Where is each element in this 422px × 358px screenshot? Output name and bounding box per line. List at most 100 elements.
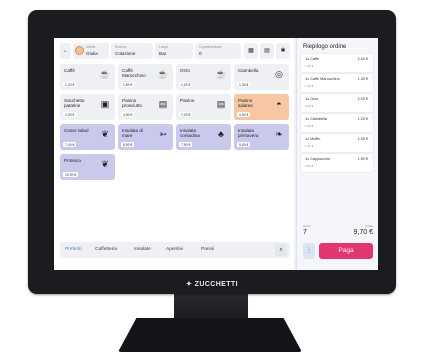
calculator-icon[interactable]: ▤ xyxy=(260,43,274,59)
order-item-price: 1,30 € xyxy=(357,77,368,81)
covers-value: 0 xyxy=(199,51,202,56)
avatar xyxy=(75,46,84,55)
item-count-label: Pezzi xyxy=(303,224,311,228)
product-tile[interactable]: Caffè Marocchino ☕ 1,50 € xyxy=(118,64,173,90)
product-tile[interactable]: Sacchetto patatine ▣ 2,00 € xyxy=(60,94,115,120)
product-tile[interactable]: Insalata primavera ❧ 9,00 € xyxy=(234,124,289,150)
product-tile[interactable]: Panino prosciutto ▤ 4,50 € xyxy=(118,94,173,120)
product-name: Insalata contadina xyxy=(180,128,200,138)
cup-icon: ☕ xyxy=(157,69,169,79)
salad-icon: ❦ xyxy=(101,129,109,139)
product-name: Cesar salad xyxy=(64,128,89,133)
donut-icon: ◎ xyxy=(275,69,283,79)
product-panel: ← Utente Giulia Servizio Colazione Luogo… xyxy=(54,38,294,270)
order-line-item[interactable]: 1x Caffè Marocchino 1,30 € 1,30 € xyxy=(301,74,373,92)
order-item-unit-price: 1,30 € xyxy=(305,144,314,148)
top-header: ← Utente Giulia Servizio Colazione Luogo… xyxy=(60,43,290,59)
more-options-button[interactable]: ⋮ xyxy=(303,243,315,259)
user-selector[interactable]: Utente Giulia xyxy=(73,43,109,59)
category-tab-aperitivi[interactable]: Aperitivi xyxy=(166,247,183,252)
covers-selector[interactable]: Coperti/persone 0 xyxy=(195,43,241,59)
order-line-item[interactable]: 1x Caffè 2,40 € 1,20 € xyxy=(301,54,373,72)
order-item-unit-price: 1,20 € xyxy=(305,64,314,68)
order-line-item[interactable]: 1x Cappuccino 1,50 € 1,50 € xyxy=(301,154,373,172)
monitor-stand-base xyxy=(118,318,302,352)
print-icon[interactable]: ▦ xyxy=(244,43,258,59)
product-price: 4,50 € xyxy=(121,112,135,117)
product-price: 2,00 € xyxy=(63,112,77,117)
product-price: 2,00 € xyxy=(179,82,193,87)
service-value: Colazione xyxy=(115,51,136,56)
broccoli-icon: ♣ xyxy=(218,129,224,139)
order-item-unit-price: 1,50 € xyxy=(305,164,314,168)
brand-name: ZUCCHETTI xyxy=(194,281,238,288)
order-line-item[interactable]: 1x Ciambella 1,20 € 1,20 € xyxy=(301,114,373,132)
leaf-icon: ❦ xyxy=(101,159,109,169)
product-tile[interactable]: Proteica ❦ 10,00 € xyxy=(60,154,115,180)
service-label: Servizio xyxy=(115,45,127,49)
item-count: 7 xyxy=(303,229,307,236)
product-price: 7,00 € xyxy=(179,112,193,117)
product-tile[interactable]: Insalata di mare ➳ 8,50 € xyxy=(118,124,173,150)
covers-label: Coperti/persone xyxy=(199,45,222,49)
product-tile[interactable]: Panino salame ◓ 4,50 € xyxy=(234,94,289,120)
gear-icon[interactable]: ✱ xyxy=(276,43,290,59)
sandwich-icon: ▤ xyxy=(158,99,168,109)
product-name: Panino salame xyxy=(238,98,253,108)
product-price: 9,00 € xyxy=(237,142,251,147)
user-value: Giulia xyxy=(86,51,98,56)
order-summary-panel: Riepilogo ordine 1x Caffè 2,40 €1,20 €1x … xyxy=(296,38,378,270)
product-price: 1,30 € xyxy=(237,82,251,87)
category-tab-panini[interactable]: Panini xyxy=(201,247,214,252)
order-item-name: 1x Cappuccino xyxy=(305,157,331,161)
category-tab-preferiti[interactable]: Preferiti xyxy=(65,247,82,252)
order-item-name: 1x Caffè xyxy=(305,57,320,61)
order-item-unit-price: 2,00 € xyxy=(305,104,314,108)
product-tile[interactable]: Caffè ☕ 1,20 € xyxy=(60,64,115,90)
product-price: 7,00 € xyxy=(63,142,77,147)
service-selector[interactable]: Servizio Colazione xyxy=(111,43,153,59)
location-selector[interactable]: Luogo Bar xyxy=(155,43,193,59)
product-price: 10,00 € xyxy=(63,172,79,177)
product-tile[interactable]: Panino ▤ 7,00 € xyxy=(176,94,231,120)
product-price: 1,20 € xyxy=(63,82,77,87)
product-name: Caffè xyxy=(64,68,75,73)
product-price: 8,50 € xyxy=(121,142,135,147)
product-tile[interactable]: Ciambella ◎ 1,30 € xyxy=(234,64,289,90)
product-name: Insalata primavera xyxy=(238,128,259,138)
search-icon[interactable]: ⌕ xyxy=(275,244,287,256)
order-line-item[interactable]: 1x Orzo 2,00 € 2,00 € xyxy=(301,94,373,112)
product-tile[interactable]: Orzo ☕ 2,00 € xyxy=(176,64,231,90)
product-price: 1,50 € xyxy=(121,82,135,87)
order-item-price: 1,50 € xyxy=(357,157,368,161)
leaf-icon: ❧ xyxy=(275,129,283,139)
category-bar: Preferiti Caffetteria Insalate Aperitivi… xyxy=(60,242,290,258)
fish-icon: ➳ xyxy=(159,129,167,139)
chips-bag-icon: ▣ xyxy=(100,99,110,109)
mug-icon: ☕ xyxy=(215,69,227,79)
product-tile[interactable]: Cesar salad ❦ 7,00 € xyxy=(60,124,115,150)
bread-icon: ◓ xyxy=(276,99,282,109)
pay-button[interactable]: Paga xyxy=(319,243,373,259)
product-name: Proteica xyxy=(64,158,81,163)
order-item-price: 1,30 € xyxy=(357,137,368,141)
product-name: Sacchetto patatine xyxy=(64,98,85,108)
order-line-item[interactable]: 1x Muffin 1,30 € 1,30 € xyxy=(301,134,373,152)
order-item-price: 2,40 € xyxy=(357,57,368,61)
category-tab-caffetteria[interactable]: Caffetteria xyxy=(95,247,117,252)
product-name: Caffè Marocchino xyxy=(122,68,146,78)
order-item-name: 1x Ciambella xyxy=(305,117,327,121)
location-label: Luogo xyxy=(159,45,168,49)
product-name: Panino xyxy=(180,98,195,103)
product-name: Ciambella xyxy=(238,68,259,73)
order-item-name: 1x Orzo xyxy=(305,97,319,101)
category-tab-insalate[interactable]: Insalate xyxy=(134,247,151,252)
order-item-unit-price: 1,30 € xyxy=(305,84,314,88)
product-tile[interactable]: Insalata contadina ♣ 7,50 € xyxy=(176,124,231,150)
user-label: Utente xyxy=(86,45,96,49)
back-button[interactable]: ← xyxy=(60,43,71,59)
brand-logo: ✦ ZUCCHETTI xyxy=(186,281,238,288)
product-name: Orzo xyxy=(180,68,190,73)
order-item-price: 1,20 € xyxy=(357,117,368,121)
total-amount: 9,70 € xyxy=(353,229,373,236)
